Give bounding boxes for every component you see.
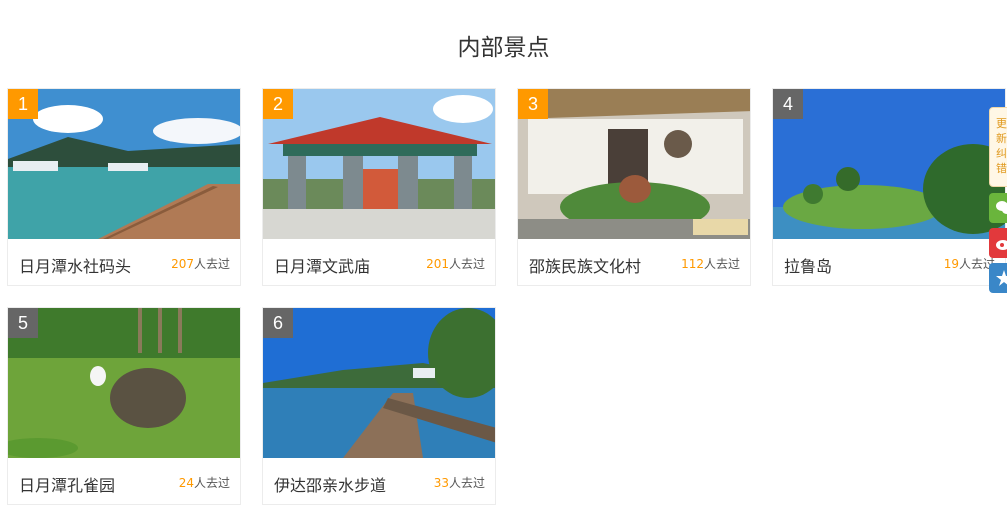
rank-badge: 2 [263,89,293,119]
spot-name[interactable]: 日月潭水社码头 [19,253,131,277]
spot-card[interactable]: 4 拉鲁岛 19人去过 [772,88,1006,286]
favorite-icon [996,270,1007,286]
spot-name[interactable]: 邵族民族文化村 [529,253,641,277]
visit-count: 201人去过 [426,257,485,271]
weibo-icon [996,240,1007,250]
weibo-share-button[interactable] [989,228,1007,258]
rank-badge: 1 [8,89,38,119]
wechat-icon [996,201,1007,214]
spot-card[interactable]: 5 日月潭孔雀园 24人去过 [7,307,241,505]
spot-name[interactable]: 拉鲁岛 [784,253,832,277]
rank-badge: 3 [518,89,548,119]
favorite-button[interactable] [989,263,1007,293]
visit-count: 112人去过 [681,257,740,271]
section-title: 内部景点 [457,35,550,61]
spot-card[interactable]: 1 日月潭水社码头 207人去过 [7,88,241,286]
rank-badge: 6 [263,308,293,338]
spot-card[interactable]: 6 伊达邵亲水步道 33人去过 [262,307,496,505]
spot-photo[interactable] [773,89,1005,239]
visit-count: 19人去过 [943,257,995,271]
rank-badge: 4 [773,89,803,119]
spot-name[interactable]: 伊达邵亲水步道 [274,472,386,496]
spot-name[interactable]: 日月潭孔雀园 [19,472,115,496]
spot-photo[interactable] [263,308,495,458]
spot-card[interactable]: 3 邵族民族文化村 112人去过 [517,88,751,286]
spot-photo[interactable] [263,89,495,239]
spot-card[interactable]: 2 日月潭文武庙 201人去过 [262,88,496,286]
update-correction-label: 更新纠错 [996,117,1007,175]
visit-count: 24人去过 [178,476,230,490]
spot-photo[interactable] [8,308,240,458]
wechat-share-button[interactable] [989,193,1007,223]
spot-photo[interactable] [518,89,750,239]
update-correction-button[interactable]: 更新纠错 [989,107,1007,187]
visit-count: 33人去过 [433,476,485,490]
spot-photo[interactable] [8,89,240,239]
spot-name[interactable]: 日月潭文武庙 [274,253,370,277]
visit-count: 207人去过 [171,257,230,271]
rank-badge: 5 [8,308,38,338]
